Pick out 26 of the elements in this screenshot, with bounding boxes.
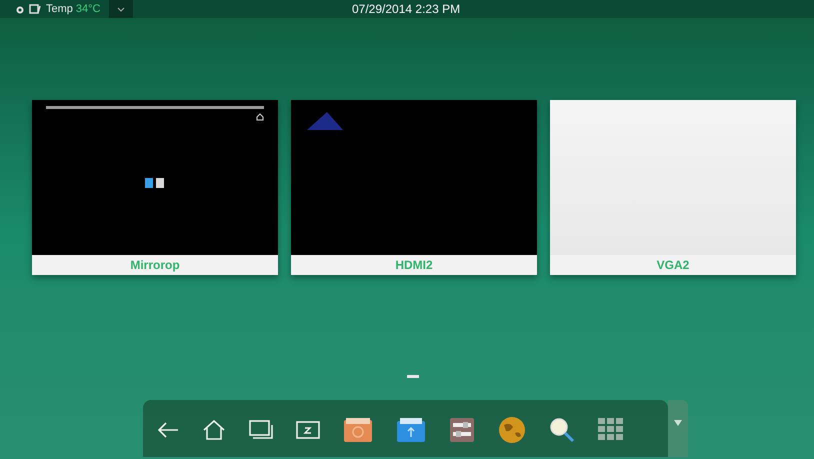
source-card[interactable]: HDMI2 <box>291 100 537 275</box>
home-icon[interactable] <box>202 420 226 440</box>
eye-icon <box>14 4 26 14</box>
triangle-down-icon <box>674 420 682 426</box>
folder-icon[interactable] <box>343 416 373 442</box>
chevron-down-icon <box>117 6 126 12</box>
temperature-value: 34°C <box>76 2 100 17</box>
source-label: VGA2 <box>550 255 796 275</box>
home-icon <box>256 113 264 121</box>
recent-apps-icon[interactable] <box>249 420 273 440</box>
usb-folder-icon[interactable] <box>396 416 426 442</box>
dock-toggle-button[interactable] <box>668 400 688 457</box>
source-card[interactable]: Mirrorop <box>32 100 278 275</box>
source-card[interactable]: VGA2 <box>550 100 796 275</box>
back-icon[interactable] <box>157 422 179 438</box>
source-label: HDMI2 <box>291 255 537 275</box>
date-time: 07/29/2014 2:23 PM <box>352 1 460 18</box>
temperature-label: Temp <box>46 2 73 17</box>
sleep-icon[interactable] <box>296 420 320 440</box>
logo-drawing <box>305 110 345 132</box>
globe-icon[interactable] <box>498 416 526 444</box>
source-label: Mirrorop <box>32 255 278 275</box>
page-indicator <box>407 375 419 378</box>
search-icon[interactable] <box>549 416 575 442</box>
sliders-icon[interactable] <box>449 416 475 442</box>
app-grid-icon[interactable] <box>598 418 624 442</box>
